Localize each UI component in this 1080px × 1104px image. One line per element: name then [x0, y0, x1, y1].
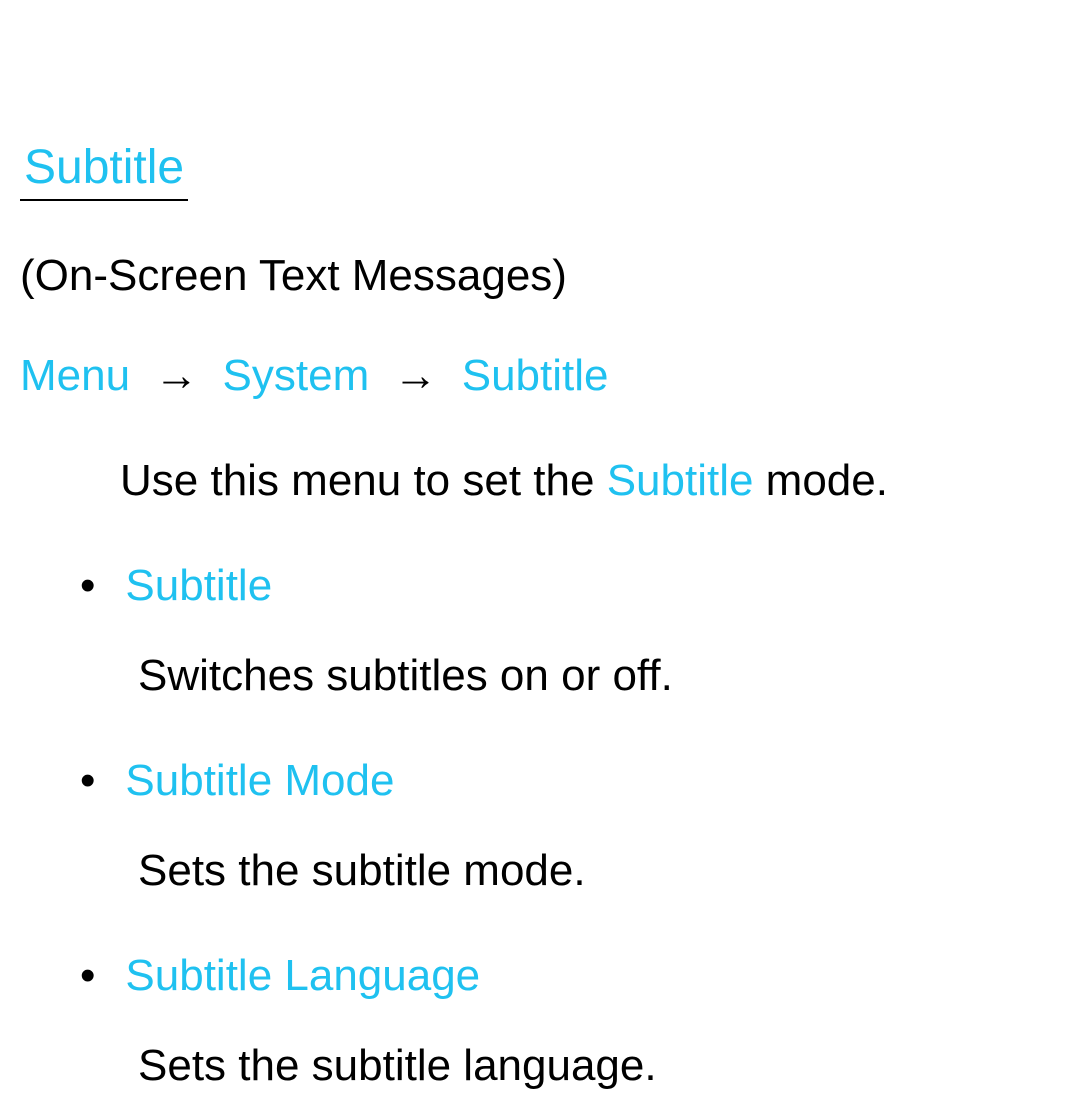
list-item: • Subtitle Mode Sets the subtitle mode.: [80, 756, 1060, 896]
page-subhead: (On-Screen Text Messages): [20, 251, 1060, 301]
option-subtitle-language[interactable]: Subtitle Language: [125, 951, 480, 1001]
breadcrumb-system[interactable]: System: [223, 351, 370, 400]
option-subtitle-mode[interactable]: Subtitle Mode: [125, 756, 394, 806]
option-desc: Sets the subtitle mode.: [138, 846, 1060, 896]
options-list: • Subtitle Switches subtitles on or off.…: [80, 561, 1060, 1091]
page-title: Subtitle: [20, 140, 188, 201]
bullet-icon: •: [80, 564, 95, 608]
list-item: • Subtitle Switches subtitles on or off.: [80, 561, 1060, 701]
intro-prefix: Use this menu to set the: [120, 456, 607, 505]
breadcrumb: Menu → System → Subtitle: [20, 351, 1060, 401]
intro-suffix: mode.: [753, 456, 888, 505]
breadcrumb-menu[interactable]: Menu: [20, 351, 130, 400]
option-desc: Switches subtitles on or off.: [138, 651, 1060, 701]
arrow-right-icon: →: [154, 351, 198, 400]
list-item: • Subtitle Language Sets the subtitle la…: [80, 951, 1060, 1091]
bullet-icon: •: [80, 759, 95, 803]
arrow-right-icon: →: [393, 351, 437, 400]
intro-highlight: Subtitle: [607, 456, 754, 505]
option-subtitle[interactable]: Subtitle: [125, 561, 272, 611]
bullet-icon: •: [80, 954, 95, 998]
intro-text: Use this menu to set the Subtitle mode.: [120, 456, 1060, 506]
option-desc: Sets the subtitle language.: [138, 1041, 1060, 1091]
breadcrumb-subtitle[interactable]: Subtitle: [462, 351, 609, 400]
